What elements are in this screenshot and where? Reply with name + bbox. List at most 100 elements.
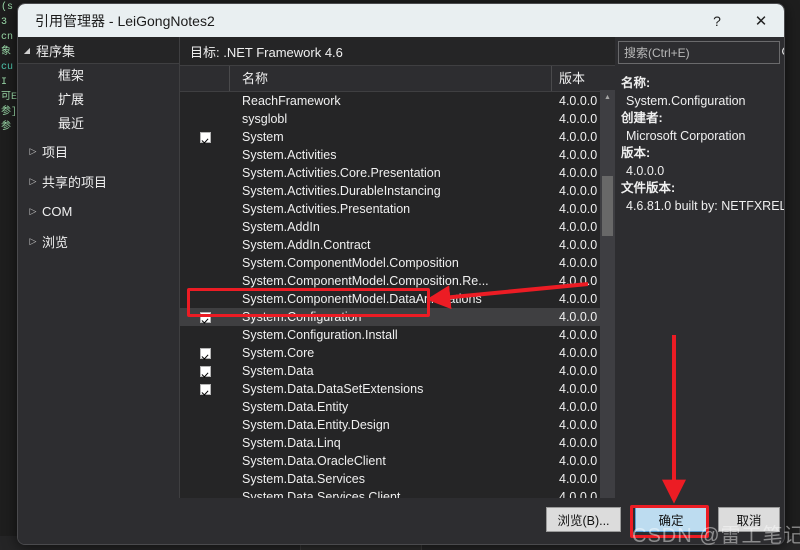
table-row[interactable]: System.Data.Services 4.0.0.0 bbox=[180, 470, 615, 488]
table-row[interactable]: System.ComponentModel.Composition.Re... 4… bbox=[180, 272, 615, 290]
row-checkbox-cell[interactable] bbox=[180, 383, 230, 395]
row-name-cell: System.Data bbox=[242, 364, 314, 378]
sidebar-node-label: COM bbox=[42, 203, 73, 219]
sidebar-node-label: 项目 bbox=[42, 144, 69, 160]
table-row[interactable]: System.Activities.DurableInstancing 4.0.0… bbox=[180, 182, 615, 200]
row-checkbox-cell[interactable] bbox=[180, 222, 230, 233]
expander-right-icon[interactable]: ▷ bbox=[18, 206, 42, 217]
detail-key: 名称: bbox=[621, 76, 651, 90]
scroll-up-icon[interactable]: ▲ bbox=[600, 90, 615, 105]
table-row[interactable]: System.Activities 4.0.0.0 bbox=[180, 146, 615, 164]
sidebar-node[interactable]: ▷ 浏览 bbox=[18, 226, 179, 256]
table-row[interactable]: System.AddIn 4.0.0.0 bbox=[180, 218, 615, 236]
row-checkbox-cell[interactable] bbox=[180, 456, 230, 467]
row-checkbox-cell[interactable] bbox=[180, 186, 230, 197]
row-name-cell: System.AddIn.Contract bbox=[242, 238, 371, 252]
scrollbar-thumb[interactable] bbox=[602, 176, 613, 236]
detail-key: 文件版本: bbox=[621, 181, 676, 195]
table-row[interactable]: System.Data.OracleClient 4.0.0.0 bbox=[180, 452, 615, 470]
sidebar-subitem[interactable]: 最近 bbox=[18, 112, 179, 136]
sidebar-subitem[interactable]: 扩展 bbox=[18, 88, 179, 112]
list-scrollbar[interactable]: ▲ ▼ bbox=[600, 90, 615, 522]
table-row[interactable]: System.Data.Entity.Design 4.0.0.0 bbox=[180, 416, 615, 434]
help-button[interactable]: ? bbox=[696, 4, 738, 37]
row-checkbox-cell[interactable] bbox=[180, 294, 230, 305]
row-checkbox-cell[interactable] bbox=[180, 420, 230, 431]
table-row[interactable]: ReachFramework 4.0.0.0 bbox=[180, 92, 615, 110]
row-checkbox-cell[interactable] bbox=[180, 365, 230, 377]
row-checkbox-cell[interactable] bbox=[180, 114, 230, 125]
table-row[interactable]: System.Data.Entity 4.0.0.0 bbox=[180, 398, 615, 416]
detail-value: 4.6.81.0 built by: NETFXREL2 bbox=[626, 199, 785, 213]
row-checkbox-cell[interactable] bbox=[180, 438, 230, 449]
table-row[interactable]: System.Activities.Presentation 4.0.0.0 bbox=[180, 200, 615, 218]
checkbox-checked-icon[interactable] bbox=[199, 311, 211, 323]
sidebar-group-assemblies[interactable]: ◢ 程序集 bbox=[18, 37, 179, 64]
cancel-button[interactable]: 取消 bbox=[718, 507, 780, 532]
table-row[interactable]: System 4.0.0.0 bbox=[180, 128, 615, 146]
column-header-version[interactable]: 版本 bbox=[552, 66, 615, 91]
row-checkbox-cell[interactable] bbox=[180, 150, 230, 161]
table-row[interactable]: System.AddIn.Contract 4.0.0.0 bbox=[180, 236, 615, 254]
sidebar-node-label: 共享的项目 bbox=[42, 174, 108, 190]
search-icon[interactable] bbox=[781, 43, 784, 62]
sidebar-node[interactable]: ▷ 共享的项目 bbox=[18, 166, 179, 196]
row-name-cell: System.Activities.Presentation bbox=[242, 202, 411, 216]
row-checkbox-cell[interactable] bbox=[180, 330, 230, 341]
detail-value: System.Configuration bbox=[626, 94, 746, 108]
target-framework-label: 目标: .NET Framework 4.6 bbox=[190, 44, 343, 60]
table-row[interactable]: System.Configuration 4.0.0.0 bbox=[180, 308, 615, 326]
table-row[interactable]: System.Data 4.0.0.0 bbox=[180, 362, 615, 380]
row-name-cell: ReachFramework bbox=[242, 94, 341, 108]
sidebar-node-label: 浏览 bbox=[42, 234, 69, 250]
table-row[interactable]: System.Activities.Core.Presentation 4.0.0… bbox=[180, 164, 615, 182]
table-row[interactable]: System.Core 4.0.0.0 bbox=[180, 344, 615, 362]
browse-button[interactable]: 浏览(B)... bbox=[546, 507, 621, 532]
checkbox-checked-icon[interactable] bbox=[199, 131, 211, 143]
dialog-title: 引用管理器 - LeiGongNotes2 bbox=[35, 12, 215, 29]
row-checkbox-cell[interactable] bbox=[180, 402, 230, 413]
checkbox-checked-icon[interactable] bbox=[199, 365, 211, 377]
row-name-cell: System.Data.Entity.Design bbox=[242, 418, 390, 432]
table-row[interactable]: System.Data.DataSetExtensions 4.0.0.0 bbox=[180, 380, 615, 398]
row-checkbox-cell[interactable] bbox=[180, 131, 230, 143]
screen: (s 3 cn 象 cu I 可E 参] 参 引用管理器 - LeiGongNotes2 ? ✕… bbox=[0, 0, 800, 550]
column-header-name[interactable]: 名称 bbox=[230, 66, 552, 91]
row-checkbox-cell[interactable] bbox=[180, 311, 230, 323]
row-checkbox-cell[interactable] bbox=[180, 96, 230, 107]
dialog-titlebar: 引用管理器 - LeiGongNotes2 ? ✕ bbox=[18, 4, 784, 37]
row-name-cell: System.Configuration.Install bbox=[242, 328, 398, 342]
table-row[interactable]: System.ComponentModel.DataAnnotations 4.0… bbox=[180, 290, 615, 308]
sidebar-node[interactable]: ▷ 项目 bbox=[18, 136, 179, 166]
ok-button[interactable]: 确定 bbox=[635, 507, 707, 532]
table-row[interactable]: System.ComponentModel.Composition 4.0.0.0 bbox=[180, 254, 615, 272]
row-checkbox-cell[interactable] bbox=[180, 276, 230, 287]
checkbox-checked-icon[interactable] bbox=[199, 383, 211, 395]
table-row[interactable]: sysglobl 4.0.0.0 bbox=[180, 110, 615, 128]
assembly-list-panel: 目标: .NET Framework 4.6 名称 版本 ReachFramew… bbox=[180, 37, 615, 544]
row-name-cell: System.ComponentModel.Composition.Re... bbox=[242, 274, 489, 288]
row-name-cell: System.Activities.Core.Presentation bbox=[242, 166, 441, 180]
expander-right-icon[interactable]: ▷ bbox=[18, 176, 42, 187]
row-checkbox-cell[interactable] bbox=[180, 258, 230, 269]
checkbox-checked-icon[interactable] bbox=[199, 347, 211, 359]
assembly-rows: ReachFramework 4.0.0.0 sysglobl 4.0.0.0 Syst… bbox=[180, 92, 615, 524]
detail-key: 创建者: bbox=[621, 111, 663, 125]
sidebar-node[interactable]: ▷ COM bbox=[18, 196, 179, 226]
table-row[interactable]: System.Data.Linq 4.0.0.0 bbox=[180, 434, 615, 452]
row-checkbox-cell[interactable] bbox=[180, 204, 230, 215]
row-checkbox-cell[interactable] bbox=[180, 474, 230, 485]
row-checkbox-cell[interactable] bbox=[180, 347, 230, 359]
expander-right-icon[interactable]: ▷ bbox=[18, 146, 42, 157]
row-name-cell: System.Configuration bbox=[242, 310, 362, 324]
row-checkbox-cell[interactable] bbox=[180, 240, 230, 251]
search-box[interactable]: ▾ bbox=[618, 41, 784, 64]
close-button[interactable]: ✕ bbox=[738, 4, 784, 37]
sidebar-subitem[interactable]: 框架 bbox=[18, 64, 179, 88]
search-input[interactable] bbox=[619, 44, 781, 61]
row-checkbox-cell[interactable] bbox=[180, 168, 230, 179]
expander-right-icon[interactable]: ▷ bbox=[18, 236, 42, 247]
row-name-cell: System.ComponentModel.Composition bbox=[242, 256, 459, 270]
table-row[interactable]: System.Configuration.Install 4.0.0.0 bbox=[180, 326, 615, 344]
list-column-headers: 名称 版本 bbox=[180, 65, 615, 92]
